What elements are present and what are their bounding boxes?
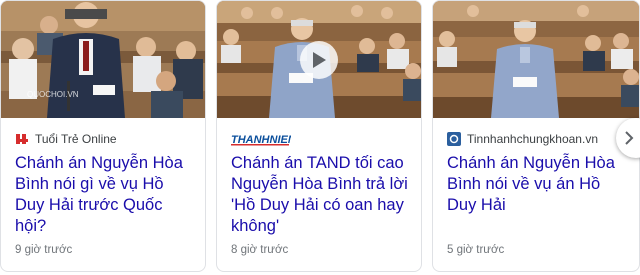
tuoi-tre-logo-icon [15, 132, 29, 146]
news-source: THANHNIEN [231, 131, 291, 147]
news-thumbnail[interactable] [217, 1, 421, 118]
thanhnien-logo-icon: THANHNIEN [231, 134, 291, 146]
news-card[interactable]: Tinnhanhchungkhoan.vn Chánh án Nguyễn Hò… [432, 0, 640, 272]
news-source: Tuổi Trẻ Online [15, 131, 117, 147]
news-thumbnail[interactable]: QUOCHOI.VN [1, 1, 205, 118]
source-name: Tuổi Trẻ Online [35, 132, 117, 146]
play-button[interactable] [300, 40, 338, 79]
play-icon [313, 51, 326, 68]
news-timestamp: 9 giờ trước [15, 244, 73, 256]
news-carousel: QUOCHOI.VN Tuổi Trẻ Online Chánh án Nguy… [0, 0, 640, 275]
news-timestamp: 5 giờ trước [447, 244, 505, 256]
news-thumbnail[interactable] [433, 1, 639, 118]
news-headline[interactable]: Chánh án Nguyễn Hòa Bình nói về vụ án Hồ… [447, 153, 631, 216]
news-card[interactable]: QUOCHOI.VN Tuổi Trẻ Online Chánh án Nguy… [0, 0, 206, 272]
tinnhanh-logo-icon [447, 132, 461, 146]
news-card[interactable]: THANHNIEN Chánh án TAND tối cao Nguyễn H… [216, 0, 422, 272]
news-source: Tinnhanhchungkhoan.vn [447, 131, 598, 147]
news-headline[interactable]: Chánh án Nguyễn Hòa Bình nói gì về vụ Hồ… [15, 153, 197, 237]
news-timestamp: 8 giờ trước [231, 244, 289, 256]
source-name: Tinnhanhchungkhoan.vn [467, 132, 598, 146]
news-headline[interactable]: Chánh án TAND tối cao Nguyễn Hòa Bình tr… [231, 153, 413, 237]
thumbnail-image: QUOCHOI.VN [1, 1, 205, 118]
chevron-right-icon [625, 131, 634, 145]
thumbnail-image [433, 1, 639, 118]
watermark-text: QUOCHOI.VN [27, 90, 79, 99]
